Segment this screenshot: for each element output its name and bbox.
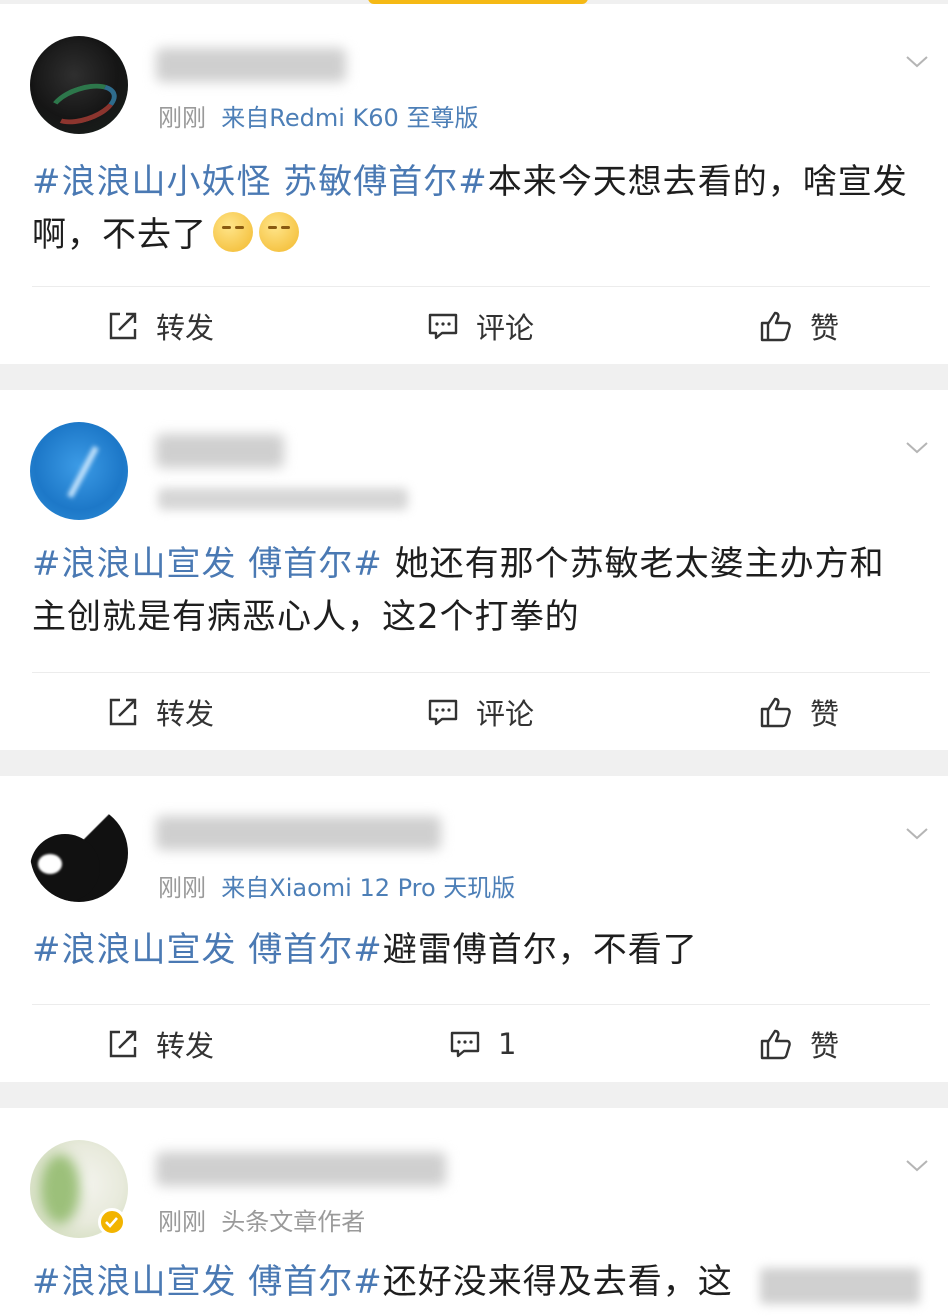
repost-button[interactable]: 转发 (106, 286, 214, 366)
hashtag-link[interactable]: #浪浪山小妖怪 苏敏傅首尔# (32, 162, 488, 202)
repost-icon (109, 1030, 137, 1058)
like-label: 赞 (810, 311, 840, 345)
post-content: #浪浪山小妖怪 苏敏傅首尔#本来今天想去看的，啥宣发啊，不去了 (32, 156, 916, 262)
post-content: #浪浪山宣发 傅首尔# 她还有那个苏敏老太婆主办方和主创就是有病恶心人，这2个打… (32, 538, 916, 644)
like-button[interactable]: 赞 (758, 672, 839, 752)
repost-icon (109, 312, 137, 340)
post-time: 刚刚 (158, 1208, 206, 1236)
comment-button[interactable]: 评论 (426, 286, 534, 366)
comment-button[interactable]: 评论 (426, 672, 534, 752)
hashtag-link[interactable]: #浪浪山宣发 傅首尔# (32, 1262, 383, 1302)
comment-icon (450, 1031, 480, 1058)
post-source: 来自Redmi K60 至尊版 (221, 104, 479, 132)
thumbs-up-icon (760, 697, 791, 728)
watermark-redacted (760, 1268, 920, 1304)
post-card-4: 刚刚 头条文章作者 #浪浪山宣发 傅首尔#还好没来得及去看，这 (0, 1108, 948, 1316)
repost-label: 转发 (156, 1029, 215, 1063)
chevron-down-icon[interactable] (904, 1152, 930, 1178)
repost-label: 转发 (156, 311, 215, 345)
username-redacted[interactable] (156, 48, 346, 82)
thumbs-up-icon (760, 1029, 791, 1060)
post-card-2: #浪浪山宣发 傅首尔# 她还有那个苏敏老太婆主办方和主创就是有病恶心人，这2个打… (0, 390, 948, 750)
post-time: 刚刚 (158, 874, 206, 902)
comment-icon (428, 699, 458, 726)
action-bar: 转发 评论 赞 (0, 286, 948, 366)
chevron-down-icon[interactable] (904, 48, 930, 74)
hashtag-link[interactable]: #浪浪山宣发 傅首尔# (32, 930, 383, 970)
username-redacted[interactable] (156, 434, 284, 468)
emoji-icon (213, 212, 253, 252)
post-source: 来自Xiaomi 12 Pro 天玑版 (221, 874, 516, 902)
post-card-3: 刚刚 来自Xiaomi 12 Pro 天玑版 #浪浪山宣发 傅首尔#避雷傅首尔，… (0, 776, 948, 1082)
repost-button[interactable]: 转发 (106, 672, 214, 752)
avatar[interactable] (30, 36, 128, 134)
like-button[interactable]: 赞 (758, 286, 839, 366)
chevron-down-icon[interactable] (904, 434, 930, 460)
repost-label: 转发 (156, 697, 215, 731)
comment-button[interactable]: 1 (448, 1004, 516, 1084)
comment-label: 评论 (476, 311, 535, 345)
post-content: #浪浪山宣发 傅首尔#避雷傅首尔，不看了 (32, 924, 916, 977)
like-label: 赞 (810, 1029, 840, 1063)
comment-icon (428, 313, 458, 340)
action-bar: 转发 1 赞 (0, 1004, 948, 1084)
post-meta: 刚刚 来自Redmi K60 至尊版 (158, 98, 478, 133)
avatar[interactable] (30, 804, 128, 902)
username-redacted[interactable] (156, 816, 441, 850)
action-bar: 转发 评论 赞 (0, 672, 948, 752)
repost-button[interactable]: 转发 (106, 1004, 214, 1084)
post-meta: 刚刚 头条文章作者 (158, 1202, 365, 1237)
comment-count: 1 (498, 1027, 517, 1061)
post-meta: 刚刚 来自Xiaomi 12 Pro 天玑版 (158, 868, 515, 903)
comment-label: 评论 (476, 697, 535, 731)
thumbs-up-icon (760, 311, 791, 342)
post-text: 还好没来得及去看，这 (382, 1262, 733, 1302)
like-button[interactable]: 赞 (758, 1004, 839, 1084)
verified-badge-icon (98, 1208, 126, 1236)
repost-icon (109, 698, 137, 726)
avatar[interactable] (30, 422, 128, 520)
username-redacted[interactable] (156, 1152, 446, 1186)
author-label: 头条文章作者 (221, 1208, 366, 1236)
post-time: 刚刚 (158, 104, 206, 132)
emoji-icon (259, 212, 299, 252)
post-text: 避雷傅首尔，不看了 (382, 930, 698, 970)
chevron-down-icon[interactable] (904, 820, 930, 846)
hashtag-link[interactable]: #浪浪山宣发 傅首尔# (32, 544, 383, 584)
post-meta-redacted (158, 488, 408, 510)
post-card-1: 刚刚 来自Redmi K60 至尊版 #浪浪山小妖怪 苏敏傅首尔#本来今天想去看… (0, 4, 948, 364)
like-label: 赞 (810, 697, 840, 731)
